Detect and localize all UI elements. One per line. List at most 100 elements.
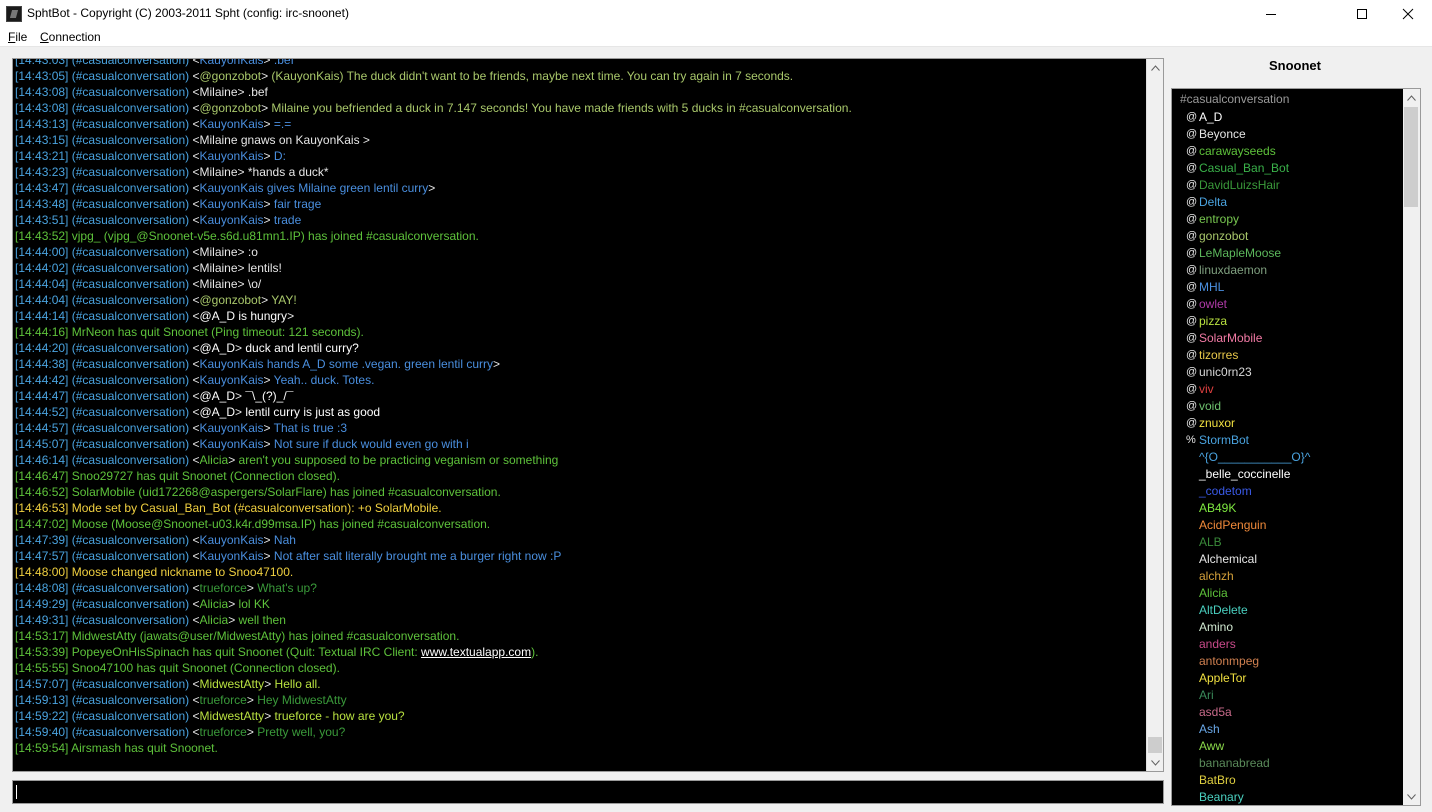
- nick: trueforce: [199, 693, 247, 707]
- user-nick: AB49K: [1199, 501, 1237, 515]
- user-mode: @: [1186, 162, 1198, 174]
- timestamp: [14:46:47]: [15, 469, 69, 483]
- channel-tag: (#casualconversation): [71, 101, 190, 115]
- chat-lines: [14:43:03] (#casualconversation) <Kauyon…: [15, 59, 852, 756]
- user-mode: @: [1186, 264, 1198, 276]
- channel-tag: (#casualconversation): [71, 453, 190, 467]
- scroll-down-arrow[interactable]: [1147, 754, 1163, 771]
- close-button[interactable]: [1385, 0, 1431, 28]
- chat-line: [14:46:47] Snoo29727 has quit Snoonet (C…: [15, 468, 852, 484]
- user-nick: Amino: [1199, 620, 1234, 634]
- user-nick: SolarMobile: [1199, 331, 1263, 345]
- minimize-button[interactable]: [1248, 0, 1294, 28]
- chat-line: [14:59:22] (#casualconversation) <Midwes…: [15, 708, 852, 724]
- user-mode: @: [1186, 417, 1198, 429]
- nick: trueforce: [199, 581, 247, 595]
- timestamp: [14:44:20]: [15, 341, 69, 355]
- message-text: .bef: [244, 85, 268, 99]
- user-nick: znuxor: [1199, 416, 1236, 430]
- nick-bracket: >: [263, 197, 271, 211]
- timestamp: [14:43:48]: [15, 197, 69, 211]
- channel-tag: (#casualconversation): [71, 165, 190, 179]
- close-icon: [1402, 8, 1414, 20]
- user-nick: void: [1199, 399, 1222, 413]
- chat-log[interactable]: [14:43:03] (#casualconversation) <Kauyon…: [13, 59, 1147, 771]
- user-mode: @: [1186, 196, 1198, 208]
- user-nick: Beyonce: [1199, 127, 1246, 141]
- nick-bracket: >: [246, 581, 254, 595]
- nick: KauyonKais: [199, 549, 264, 563]
- nick-bracket: >: [237, 85, 245, 99]
- nick: @gonzobot: [199, 101, 262, 115]
- chat-line: [14:43:13] (#casualconversation) <Kauyon…: [15, 116, 852, 132]
- nick-bracket: >: [287, 309, 295, 323]
- nick: trueforce: [199, 725, 247, 739]
- message-text: That is true :3: [270, 421, 348, 435]
- nick: KauyonKais: [199, 117, 264, 131]
- scroll-up-arrow[interactable]: [1147, 59, 1163, 76]
- user-nick: AcidPenguin: [1199, 518, 1267, 532]
- nick: @A_D: [199, 405, 236, 419]
- chat-line: [14:45:07] (#casualconversation) <Kauyon…: [15, 436, 852, 452]
- timestamp: [14:46:14]: [15, 453, 69, 467]
- user-mode: @: [1186, 281, 1198, 293]
- nick-bracket: <: [192, 293, 200, 307]
- timestamp: [14:44:04]: [15, 277, 69, 291]
- timestamp: [14:43:08]: [15, 101, 69, 115]
- nick-bracket: <: [192, 597, 200, 611]
- user-scroll-thumb[interactable]: [1404, 107, 1418, 207]
- user-nick: unic0rn23: [1199, 365, 1252, 379]
- nick-bracket: <: [192, 181, 200, 195]
- timestamp: [14:43:13]: [15, 117, 69, 131]
- user-nick: bananabread: [1199, 756, 1270, 770]
- maximize-button[interactable]: [1339, 0, 1385, 28]
- chat-line: [14:49:29] (#casualconversation) <Alicia…: [15, 596, 852, 612]
- nick-bracket: >: [263, 213, 271, 227]
- menu-file[interactable]: File: [8, 30, 27, 44]
- channel-tag: (#casualconversation): [71, 117, 190, 131]
- message-text: Yeah.. duck. Totes.: [270, 373, 375, 387]
- nick-bracket: >: [237, 277, 245, 291]
- user-list-scrollbar[interactable]: [1403, 89, 1420, 805]
- user-scroll-up-arrow[interactable]: [1403, 89, 1420, 106]
- nick-bracket: <: [192, 69, 200, 83]
- event-text: vjpg_ (vjpg_@Snoonet-v5e.s6d.u81mn1.IP) …: [68, 229, 479, 243]
- timestamp: [14:44:14]: [15, 309, 69, 323]
- nick-bracket: <: [192, 581, 200, 595]
- nick-bracket: <: [192, 309, 200, 323]
- nick: KauyonKais: [199, 533, 264, 547]
- timestamp: [14:59:22]: [15, 709, 69, 723]
- timestamp: [14:43:52]: [15, 229, 69, 243]
- chat-scrollbar[interactable]: [1146, 59, 1163, 771]
- user-nick: ALB: [1199, 535, 1222, 549]
- user-list[interactable]: #casualconversation @ A_D @ Beyonce @ caraway…: [1172, 89, 1403, 805]
- nick-bracket: <: [192, 421, 200, 435]
- chat-line: [14:47:57] (#casualconversation) <Kauyon…: [15, 548, 852, 564]
- nick: KauyonKais hands A_D some .vegan. green …: [199, 357, 494, 371]
- timestamp: [14:44:47]: [15, 389, 69, 403]
- channel-tag: (#casualconversation): [71, 533, 190, 547]
- user-nick: Ash: [1199, 722, 1220, 736]
- chat-line: [14:53:17] MidwestAtty (jawats@user/Midw…: [15, 628, 852, 644]
- menu-connection[interactable]: Connection: [40, 30, 101, 44]
- nick-bracket: >: [246, 693, 254, 707]
- nick-bracket: >: [235, 389, 243, 403]
- timestamp: [14:47:57]: [15, 549, 69, 563]
- user-nick: Delta: [1199, 195, 1228, 209]
- timestamp: [14:43:08]: [15, 85, 69, 99]
- channel-tag: (#casualconversation): [71, 405, 190, 419]
- nick-bracket: <: [192, 725, 200, 739]
- chat-line: [14:44:57] (#casualconversation) <Kauyon…: [15, 420, 852, 436]
- user-nick: linuxdaemon: [1199, 263, 1268, 277]
- user-scroll-down-arrow[interactable]: [1403, 788, 1420, 805]
- nick-bracket: <: [192, 85, 200, 99]
- user-nick: entropy: [1199, 212, 1240, 226]
- user-mode: @: [1186, 128, 1198, 140]
- timestamp: [14:46:53]: [15, 501, 69, 515]
- chat-scroll-thumb[interactable]: [1148, 737, 1162, 753]
- message-input[interactable]: [12, 780, 1164, 804]
- timestamp: [14:49:31]: [15, 613, 69, 627]
- channel-tag: (#casualconversation): [71, 421, 190, 435]
- nick-bracket: <: [192, 197, 200, 211]
- url-link[interactable]: www.textualapp.com: [421, 645, 531, 659]
